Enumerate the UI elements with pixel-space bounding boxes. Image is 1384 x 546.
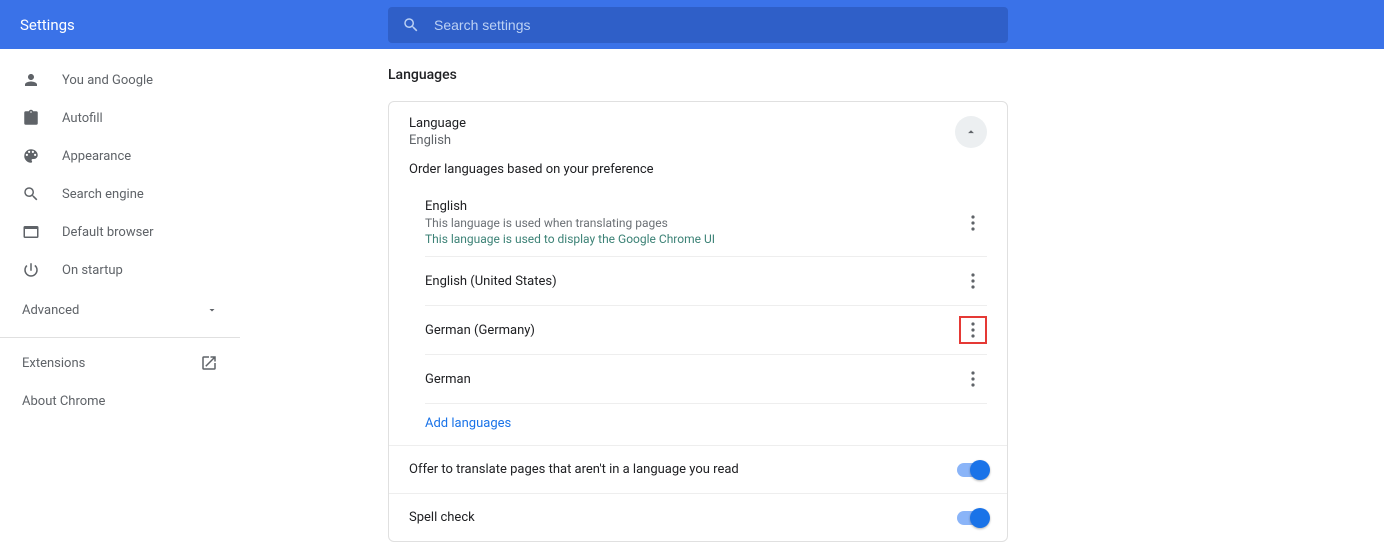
language-more-button[interactable] [959, 365, 987, 393]
language-header-sub: English [409, 133, 466, 148]
chevron-up-icon [964, 125, 978, 139]
add-languages-link[interactable]: Add languages [425, 404, 987, 445]
section-title: Languages [388, 67, 1384, 83]
sidebar-item-label: Default browser [62, 225, 154, 240]
sidebar-item-you-and-google[interactable]: You and Google [0, 61, 240, 99]
translate-offer-label: Offer to translate pages that aren't in … [409, 462, 739, 477]
spellcheck-row: Spell check [389, 493, 1007, 541]
language-header-row[interactable]: Language English [389, 102, 1007, 162]
translate-offer-row: Offer to translate pages that aren't in … [389, 445, 1007, 493]
browser-icon [22, 223, 40, 241]
sidebar: You and Google Autofill Appearance Searc… [0, 49, 240, 546]
language-more-button[interactable] [959, 316, 987, 344]
sidebar-item-label: Search engine [62, 187, 144, 202]
language-header-title: Language [409, 116, 466, 131]
more-vert-icon [971, 273, 975, 289]
open-external-icon [200, 354, 218, 372]
language-item: German [425, 355, 987, 404]
search-input[interactable] [434, 17, 994, 33]
spellcheck-label: Spell check [409, 510, 475, 525]
search-icon [402, 16, 420, 34]
sidebar-extensions[interactable]: Extensions [0, 344, 240, 382]
power-icon [22, 261, 40, 279]
language-desc: This language is used to display the Goo… [425, 232, 715, 246]
sidebar-about-chrome[interactable]: About Chrome [0, 382, 240, 420]
sidebar-item-label: Appearance [62, 149, 131, 164]
language-name: English (United States) [425, 274, 557, 289]
language-name: German [425, 372, 471, 387]
language-item: English (United States) [425, 257, 987, 306]
extensions-label: Extensions [22, 356, 85, 371]
more-vert-icon [971, 371, 975, 387]
language-list: English This language is used when trans… [389, 189, 1007, 445]
main-content: Languages Language English Order languag… [240, 49, 1384, 546]
sidebar-item-autofill[interactable]: Autofill [0, 99, 240, 137]
sidebar-item-label: Autofill [62, 111, 103, 126]
layout: You and Google Autofill Appearance Searc… [0, 49, 1384, 546]
palette-icon [22, 147, 40, 165]
sidebar-item-label: On startup [62, 263, 123, 278]
caret-down-icon [206, 304, 218, 316]
more-vert-icon [971, 215, 975, 231]
sidebar-item-search-engine[interactable]: Search engine [0, 175, 240, 213]
app-header: Settings [0, 0, 1384, 49]
languages-card: Language English Order languages based o… [388, 101, 1008, 542]
clipboard-icon [22, 109, 40, 127]
sidebar-item-appearance[interactable]: Appearance [0, 137, 240, 175]
language-item: English This language is used when trans… [425, 189, 987, 257]
language-item: German (Germany) [425, 306, 987, 355]
search-box[interactable] [388, 7, 1008, 43]
header-title: Settings [20, 16, 75, 34]
language-name: German (Germany) [425, 323, 535, 338]
language-more-button[interactable] [959, 267, 987, 295]
advanced-label: Advanced [22, 303, 79, 318]
language-desc: This language is used when translating p… [425, 216, 715, 230]
sidebar-item-default-browser[interactable]: Default browser [0, 213, 240, 251]
about-label: About Chrome [22, 394, 105, 409]
language-more-button[interactable] [959, 209, 987, 237]
sidebar-item-on-startup[interactable]: On startup [0, 251, 240, 289]
order-preference-text: Order languages based on your preference [389, 162, 1007, 189]
sidebar-advanced[interactable]: Advanced [0, 289, 240, 331]
divider [0, 337, 240, 338]
translate-offer-toggle[interactable] [957, 463, 987, 477]
more-vert-icon [971, 322, 975, 338]
collapse-button[interactable] [955, 116, 987, 148]
language-name: English [425, 199, 715, 214]
person-icon [22, 71, 40, 89]
search-icon [22, 185, 40, 203]
spellcheck-toggle[interactable] [957, 511, 987, 525]
sidebar-item-label: You and Google [62, 73, 153, 88]
